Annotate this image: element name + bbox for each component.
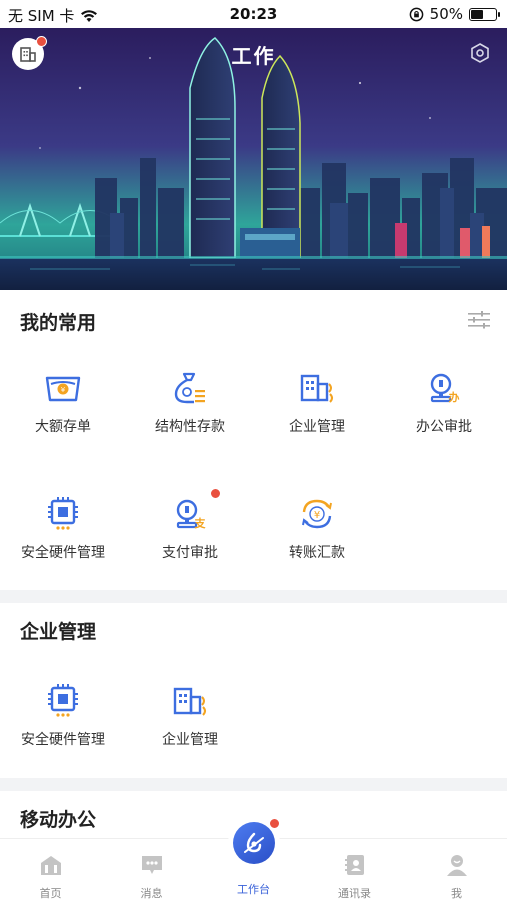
grid-item-transfer[interactable]: ¥ 转账汇款 (254, 496, 380, 562)
tab-label: 我 (451, 887, 462, 900)
tab-me[interactable]: 我 (406, 839, 507, 900)
message-icon (141, 856, 162, 874)
grid-item-security-hardware[interactable]: 安全硬件管理 (0, 683, 126, 749)
grid-item-enterprise-management[interactable]: 企业管理 (127, 683, 253, 749)
grid-item-security-hardware[interactable]: 安全硬件管理 (0, 496, 126, 562)
enterprise-section: 企业管理 安全硬件管理 企业管理 (0, 603, 507, 778)
grid-item-label: 大额存单 (35, 419, 91, 435)
building-icon (20, 47, 36, 62)
status-bar: 无 SIM 卡 20:23 50% (0, 0, 507, 28)
battery-percent: 50% (429, 5, 463, 23)
home-icon (40, 856, 61, 875)
enterprise-building-icon (300, 374, 333, 403)
office-approval-icon: 办 (430, 373, 460, 404)
tab-label: 通讯录 (338, 887, 371, 900)
svg-text:¥: ¥ (314, 510, 320, 521)
grid-item-payment-approval[interactable]: 支 支付审批 (127, 488, 253, 562)
deposit-basket-icon: ¥ (45, 376, 81, 402)
grid-item-label: 转账汇款 (289, 545, 345, 561)
battery-icon (469, 7, 500, 21)
contacts-icon (344, 855, 364, 875)
svg-text:¥: ¥ (61, 386, 66, 394)
section-title: 企业管理 (20, 621, 97, 643)
grid-item-label: 结构性存款 (155, 419, 225, 435)
security-chip-icon (48, 497, 78, 530)
page-title: 工作 (231, 44, 276, 68)
notification-dot (36, 36, 47, 47)
svg-text:办: 办 (449, 390, 460, 404)
svg-text:支: 支 (194, 516, 207, 530)
tab-contacts[interactable]: 通讯录 (304, 839, 405, 900)
security-chip-icon (48, 684, 78, 717)
grid-item-label: 安全硬件管理 (21, 732, 105, 748)
company-switch-button[interactable] (12, 36, 47, 70)
enterprise-building-icon (173, 687, 206, 716)
workbench-icon (244, 832, 264, 853)
grid-item-structured-deposit[interactable]: 结构性存款 (127, 370, 253, 436)
transfer-icon: ¥ (302, 499, 332, 529)
grid-item-office-approval[interactable]: 办 办公审批 (381, 370, 507, 436)
tab-label: 消息 (140, 887, 163, 900)
money-bag-icon (174, 372, 205, 404)
header-banner: 工作 (0, 28, 507, 290)
tab-messages[interactable]: 消息 (101, 839, 202, 900)
grid-item-label: 办公审批 (416, 419, 472, 435)
customize-icon[interactable] (467, 310, 491, 330)
orientation-lock-icon (409, 7, 423, 21)
tab-label: 工作台 (237, 883, 270, 896)
tab-label: 首页 (39, 887, 62, 900)
grid-item-label: 支付审批 (162, 545, 218, 561)
notification-dot (269, 818, 280, 829)
payment-approval-icon: 支 (176, 499, 207, 530)
grid-item-large-deposit[interactable]: ¥ 大额存单 (0, 370, 126, 436)
grid-item-enterprise-management[interactable]: 企业管理 (254, 370, 380, 436)
profile-icon (446, 855, 467, 876)
favorites-section: 我的常用 ¥ 大额存单 结构性存款 企业管理 办 办公审批 安全硬件管理 支 支… (0, 290, 507, 590)
grid-item-label: 企业管理 (289, 419, 345, 435)
notification-dot (210, 488, 221, 499)
grid-item-label: 企业管理 (162, 732, 218, 748)
workbench-center-button[interactable] (233, 818, 280, 864)
grid-item-label: 安全硬件管理 (21, 545, 105, 561)
section-title: 我的常用 (20, 312, 97, 334)
section-title: 移动办公 (20, 809, 97, 831)
tab-home[interactable]: 首页 (0, 839, 101, 900)
settings-icon[interactable] (469, 42, 491, 64)
